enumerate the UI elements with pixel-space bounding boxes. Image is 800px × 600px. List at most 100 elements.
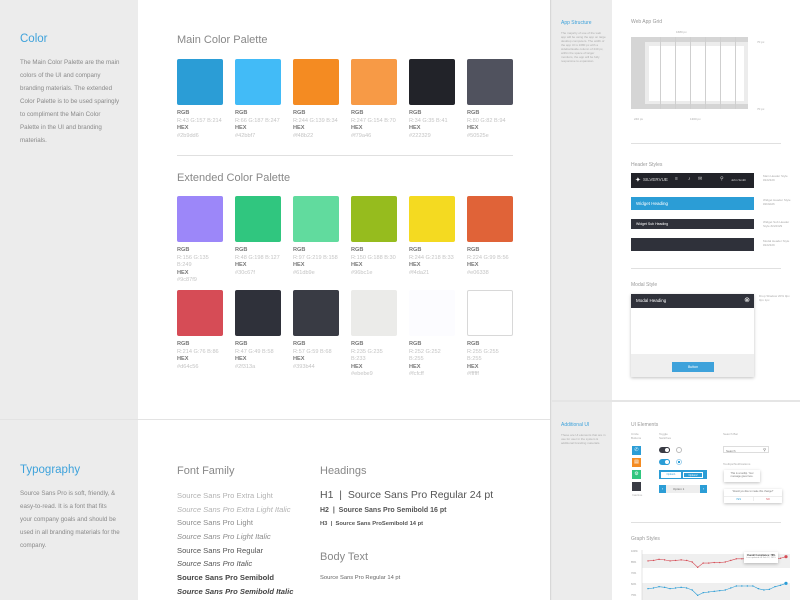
data-point: [713, 561, 715, 564]
data-point: [658, 558, 660, 561]
circle-buttons-label: Circle Buttons: [631, 432, 642, 440]
data-point: [702, 591, 704, 594]
color-swatch-card: RGB R:80 G:82 B:94 HEX #50525e: [467, 59, 513, 140]
y-tick-label: 75%: [631, 593, 637, 597]
segment-option2[interactable]: Option2: [683, 471, 703, 478]
chevron-left-icon[interactable]: ‹: [659, 485, 666, 493]
data-point: [735, 585, 738, 587]
toggle-on[interactable]: [659, 459, 670, 465]
radio-on[interactable]: [676, 459, 682, 465]
document-icon-button[interactable]: ▤: [632, 458, 641, 467]
font-family-list: Source Sans Pro Extra Light Source Sans …: [177, 491, 293, 600]
hex-label: HEX: [467, 363, 479, 370]
grid-column-line: [735, 37, 736, 109]
tooltip-label: Tooltips/Notifications: [723, 462, 751, 466]
rgb-value: R:252 G:252 B:255: [409, 348, 441, 363]
color-swatch: [293, 290, 339, 336]
swatch-values: RGB R:252 G:252 B:255 HEX #fcfcff: [409, 341, 455, 379]
rgb-value: R:48 G:198 B:127: [235, 254, 280, 261]
color-swatch-card: RGB R:66 G:187 B:247 HEX #42bbf7: [235, 59, 281, 140]
app-structure-title: App Structure: [561, 20, 592, 26]
rgb-label: RGB: [293, 247, 306, 253]
settings-icon-button[interactable]: ⚙: [632, 470, 641, 479]
color-swatch: [293, 196, 339, 242]
search-icon[interactable]: ⚲: [763, 447, 766, 452]
data-point: [696, 566, 699, 569]
color-swatch-card: RGB R:214 G:76 B:86 HEX #d64c56: [177, 290, 223, 371]
hex-value: #50525e: [467, 132, 489, 139]
toggles-label: Toggle Switches: [659, 432, 672, 440]
modal-header-sample: [631, 238, 754, 251]
color-swatch: [351, 59, 397, 105]
modal-button[interactable]: Button: [672, 362, 714, 372]
hex-label: HEX: [177, 125, 189, 131]
hex-value: #f48b22: [293, 132, 314, 139]
phone-icon-button[interactable]: ✆: [632, 446, 641, 455]
data-point: [774, 585, 776, 588]
data-point: [685, 587, 688, 589]
data-point: [647, 560, 649, 562]
link-icon[interactable]: ⚲: [720, 176, 724, 182]
hex-value: #9c87f9: [177, 277, 197, 283]
bell-icon[interactable]: ♪: [688, 176, 691, 182]
color-swatch-card: RGB R:244 G:139 B:34 HEX #f48b22: [293, 59, 339, 140]
user-name[interactable]: John Smith: [731, 178, 746, 182]
data-point: [702, 562, 704, 564]
data-point: [763, 589, 765, 591]
headings-title: Headings: [320, 465, 367, 477]
grid-top-label: 70 px: [757, 40, 765, 44]
color-swatch: [409, 290, 455, 336]
data-point: [658, 585, 660, 588]
header-note: Widget Sub Header Style #222329: [763, 220, 790, 228]
inactive-icon-button[interactable]: [632, 482, 641, 491]
color-swatch: [351, 290, 397, 336]
search-input[interactable]: Search ⚲: [723, 446, 769, 453]
mail-icon[interactable]: ✉: [698, 176, 702, 182]
confirm-yes-button[interactable]: YES: [724, 496, 753, 501]
rgb-label: RGB: [409, 110, 422, 116]
confirm-no-button[interactable]: NO: [753, 496, 782, 501]
close-icon[interactable]: ⊗: [744, 296, 750, 304]
color-swatch-card: RGB R:235 G:235 B:233 HEX #ebebe9: [351, 290, 397, 379]
typography-section-description: Source Sans Pro is soft, friendly, & eas…: [20, 490, 120, 549]
color-swatch-card: RGB R:252 G:252 B:255 HEX #fcfcff: [409, 290, 455, 379]
menu-icon[interactable]: ≡: [675, 176, 678, 182]
chevron-right-icon[interactable]: ›: [700, 485, 707, 493]
main-palette-title: Main Color Palette: [177, 34, 268, 46]
tooltip-sample: This is a tooltip. Your message goes her…: [724, 470, 760, 482]
radio-off[interactable]: [676, 447, 682, 453]
option-stepper: ‹ Option 1 ›: [659, 485, 707, 493]
color-section-description: The Main Color Palette are the main colo…: [20, 59, 120, 144]
color-swatch: [235, 290, 281, 336]
hex-label: HEX: [177, 356, 189, 362]
swatch-values: RGB R:47 G:49 B:58 HEX #2f313a: [235, 341, 281, 371]
right-section-divider: [552, 400, 800, 402]
color-swatch-card: RGB R:48 G:198 B:127 HEX #30c67f: [235, 196, 281, 277]
data-point: [784, 581, 788, 585]
color-swatch: [177, 59, 223, 105]
rgb-value: R:214 G:76 B:86: [177, 348, 219, 355]
color-swatch: [235, 59, 281, 105]
swatch-values: RGB R:247 G:154 B:70 HEX #f79a46: [351, 110, 397, 140]
rgb-label: RGB: [467, 341, 480, 347]
data-point: [680, 586, 682, 589]
toggle-off[interactable]: [659, 447, 670, 453]
divider: [631, 522, 781, 523]
color-swatch: [409, 196, 455, 242]
hex-value: #30c67f: [235, 269, 255, 276]
data-point: [708, 591, 710, 593]
heading-h2-sample: H2 | Source Sans Pro Semibold 16 pt: [320, 507, 447, 514]
modal-heading: Modal Heading: [631, 294, 754, 308]
heading-h3-sample: H3 | Source Sans ProSemibold 14 pt: [320, 521, 424, 527]
search-label: Search Bar: [723, 432, 739, 436]
color-swatch: [409, 59, 455, 105]
color-swatch-card: RGB R:97 G:219 B:158 HEX #61db9e: [293, 196, 339, 277]
color-swatch-card: RGB R:156 G:135 B:249 HEX #9c87f9: [177, 196, 223, 285]
logo-icon: ✦: [635, 177, 641, 184]
font-item: Source Sans Pro Regular: [177, 545, 264, 555]
segment-option1[interactable]: Option1: [661, 471, 681, 478]
swatch-values: RGB R:34 G:35 B:41 HEX #222329: [409, 110, 455, 140]
rgb-label: RGB: [351, 110, 364, 116]
right-sidebar: [552, 0, 612, 600]
style-guide-page: Color The Main Color Palette are the mai…: [0, 0, 800, 600]
